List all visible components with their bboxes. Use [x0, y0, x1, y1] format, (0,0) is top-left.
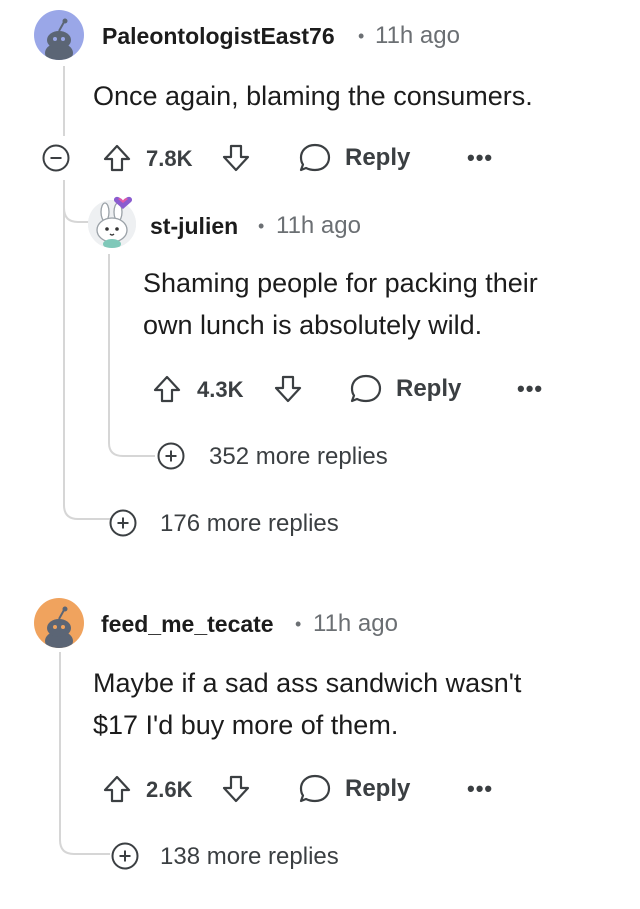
- reply-button[interactable]: Reply: [298, 140, 410, 176]
- vote-count: 2.6K: [146, 777, 193, 802]
- more-replies-button[interactable]: 352 more replies: [156, 440, 406, 472]
- overflow-menu-icon[interactable]: •••: [517, 376, 543, 402]
- meta-separator: •: [258, 216, 265, 236]
- comment-body-line: $17 I'd buy more of them.: [93, 710, 399, 740]
- reply-button[interactable]: Reply: [349, 371, 461, 407]
- reply-label: Reply: [396, 375, 462, 402]
- reply-label: Reply: [345, 144, 411, 171]
- snoo-avatar-icon: [45, 606, 73, 648]
- comment-body-line: own lunch is absolutely wild.: [143, 310, 483, 340]
- downvote-arrow-icon: [222, 144, 250, 172]
- heart-badge-icon: [113, 196, 133, 209]
- thread-line[interactable]: [108, 254, 110, 432]
- comment-timestamp: 11h ago: [375, 22, 460, 49]
- expand-plus-icon: [109, 509, 137, 537]
- comment-author[interactable]: st-julien: [150, 213, 238, 240]
- comment-body-line: Maybe if a sad ass sandwich wasn't: [93, 668, 522, 698]
- comment-author[interactable]: feed_me_tecate: [101, 611, 274, 638]
- downvote-arrow-icon: [274, 375, 302, 403]
- more-replies-label: 138 more replies: [160, 843, 339, 870]
- more-replies-label: 176 more replies: [160, 510, 339, 537]
- reply-connector: [63, 186, 90, 223]
- comment-timestamp: 11h ago: [313, 610, 398, 637]
- downvote-button[interactable]: [272, 373, 304, 405]
- comment-timestamp: 11h ago: [276, 212, 361, 239]
- more-replies-button[interactable]: 138 more replies: [110, 840, 360, 872]
- expand-plus-icon: [157, 442, 185, 470]
- comment-body: Once again, blaming the consumers.: [93, 75, 533, 117]
- comment-body: Shaming people for packing their own lun…: [143, 262, 538, 346]
- chat-bubble-icon: [350, 374, 382, 403]
- collapse-minus-icon: [42, 144, 70, 172]
- chat-bubble-icon: [299, 143, 331, 172]
- more-replies-label: 352 more replies: [209, 443, 388, 470]
- upvote-arrow-icon: [103, 775, 131, 803]
- comment-body-line: Once again, blaming the consumers.: [93, 81, 533, 111]
- thread-curve: [108, 425, 155, 457]
- comment-body: Maybe if a sad ass sandwich wasn't $17 I…: [93, 662, 521, 746]
- thread-line[interactable]: [63, 66, 65, 136]
- upvote-button[interactable]: [151, 373, 183, 405]
- snoo-avatar-icon: [45, 18, 73, 60]
- downvote-arrow-icon: [222, 775, 250, 803]
- upvote-button[interactable]: [101, 142, 133, 174]
- vote-count: 4.3K: [197, 377, 244, 402]
- avatar[interactable]: [34, 598, 84, 648]
- reply-label: Reply: [345, 775, 411, 802]
- meta-separator: •: [358, 26, 365, 46]
- downvote-button[interactable]: [220, 773, 252, 805]
- vote-count: 7.8K: [146, 146, 193, 171]
- avatar[interactable]: [34, 10, 84, 60]
- reply-button[interactable]: Reply: [298, 771, 410, 807]
- overflow-menu-icon[interactable]: •••: [467, 776, 493, 802]
- chat-bubble-icon: [299, 774, 331, 803]
- more-replies-button[interactable]: 176 more replies: [108, 507, 358, 539]
- expand-plus-icon: [111, 842, 139, 870]
- upvote-button[interactable]: [101, 773, 133, 805]
- comment-body-line: Shaming people for packing their: [143, 268, 538, 298]
- upvote-arrow-icon: [103, 144, 131, 172]
- meta-separator: •: [295, 614, 302, 634]
- thread-curve: [59, 830, 110, 855]
- thread-curve: [63, 495, 111, 520]
- upvote-arrow-icon: [153, 375, 181, 403]
- thread-line[interactable]: [59, 652, 61, 837]
- overflow-menu-icon[interactable]: •••: [467, 145, 493, 171]
- comment-author[interactable]: PaleontologistEast76: [102, 23, 335, 50]
- downvote-button[interactable]: [220, 142, 252, 174]
- collapse-thread-button[interactable]: [41, 143, 71, 173]
